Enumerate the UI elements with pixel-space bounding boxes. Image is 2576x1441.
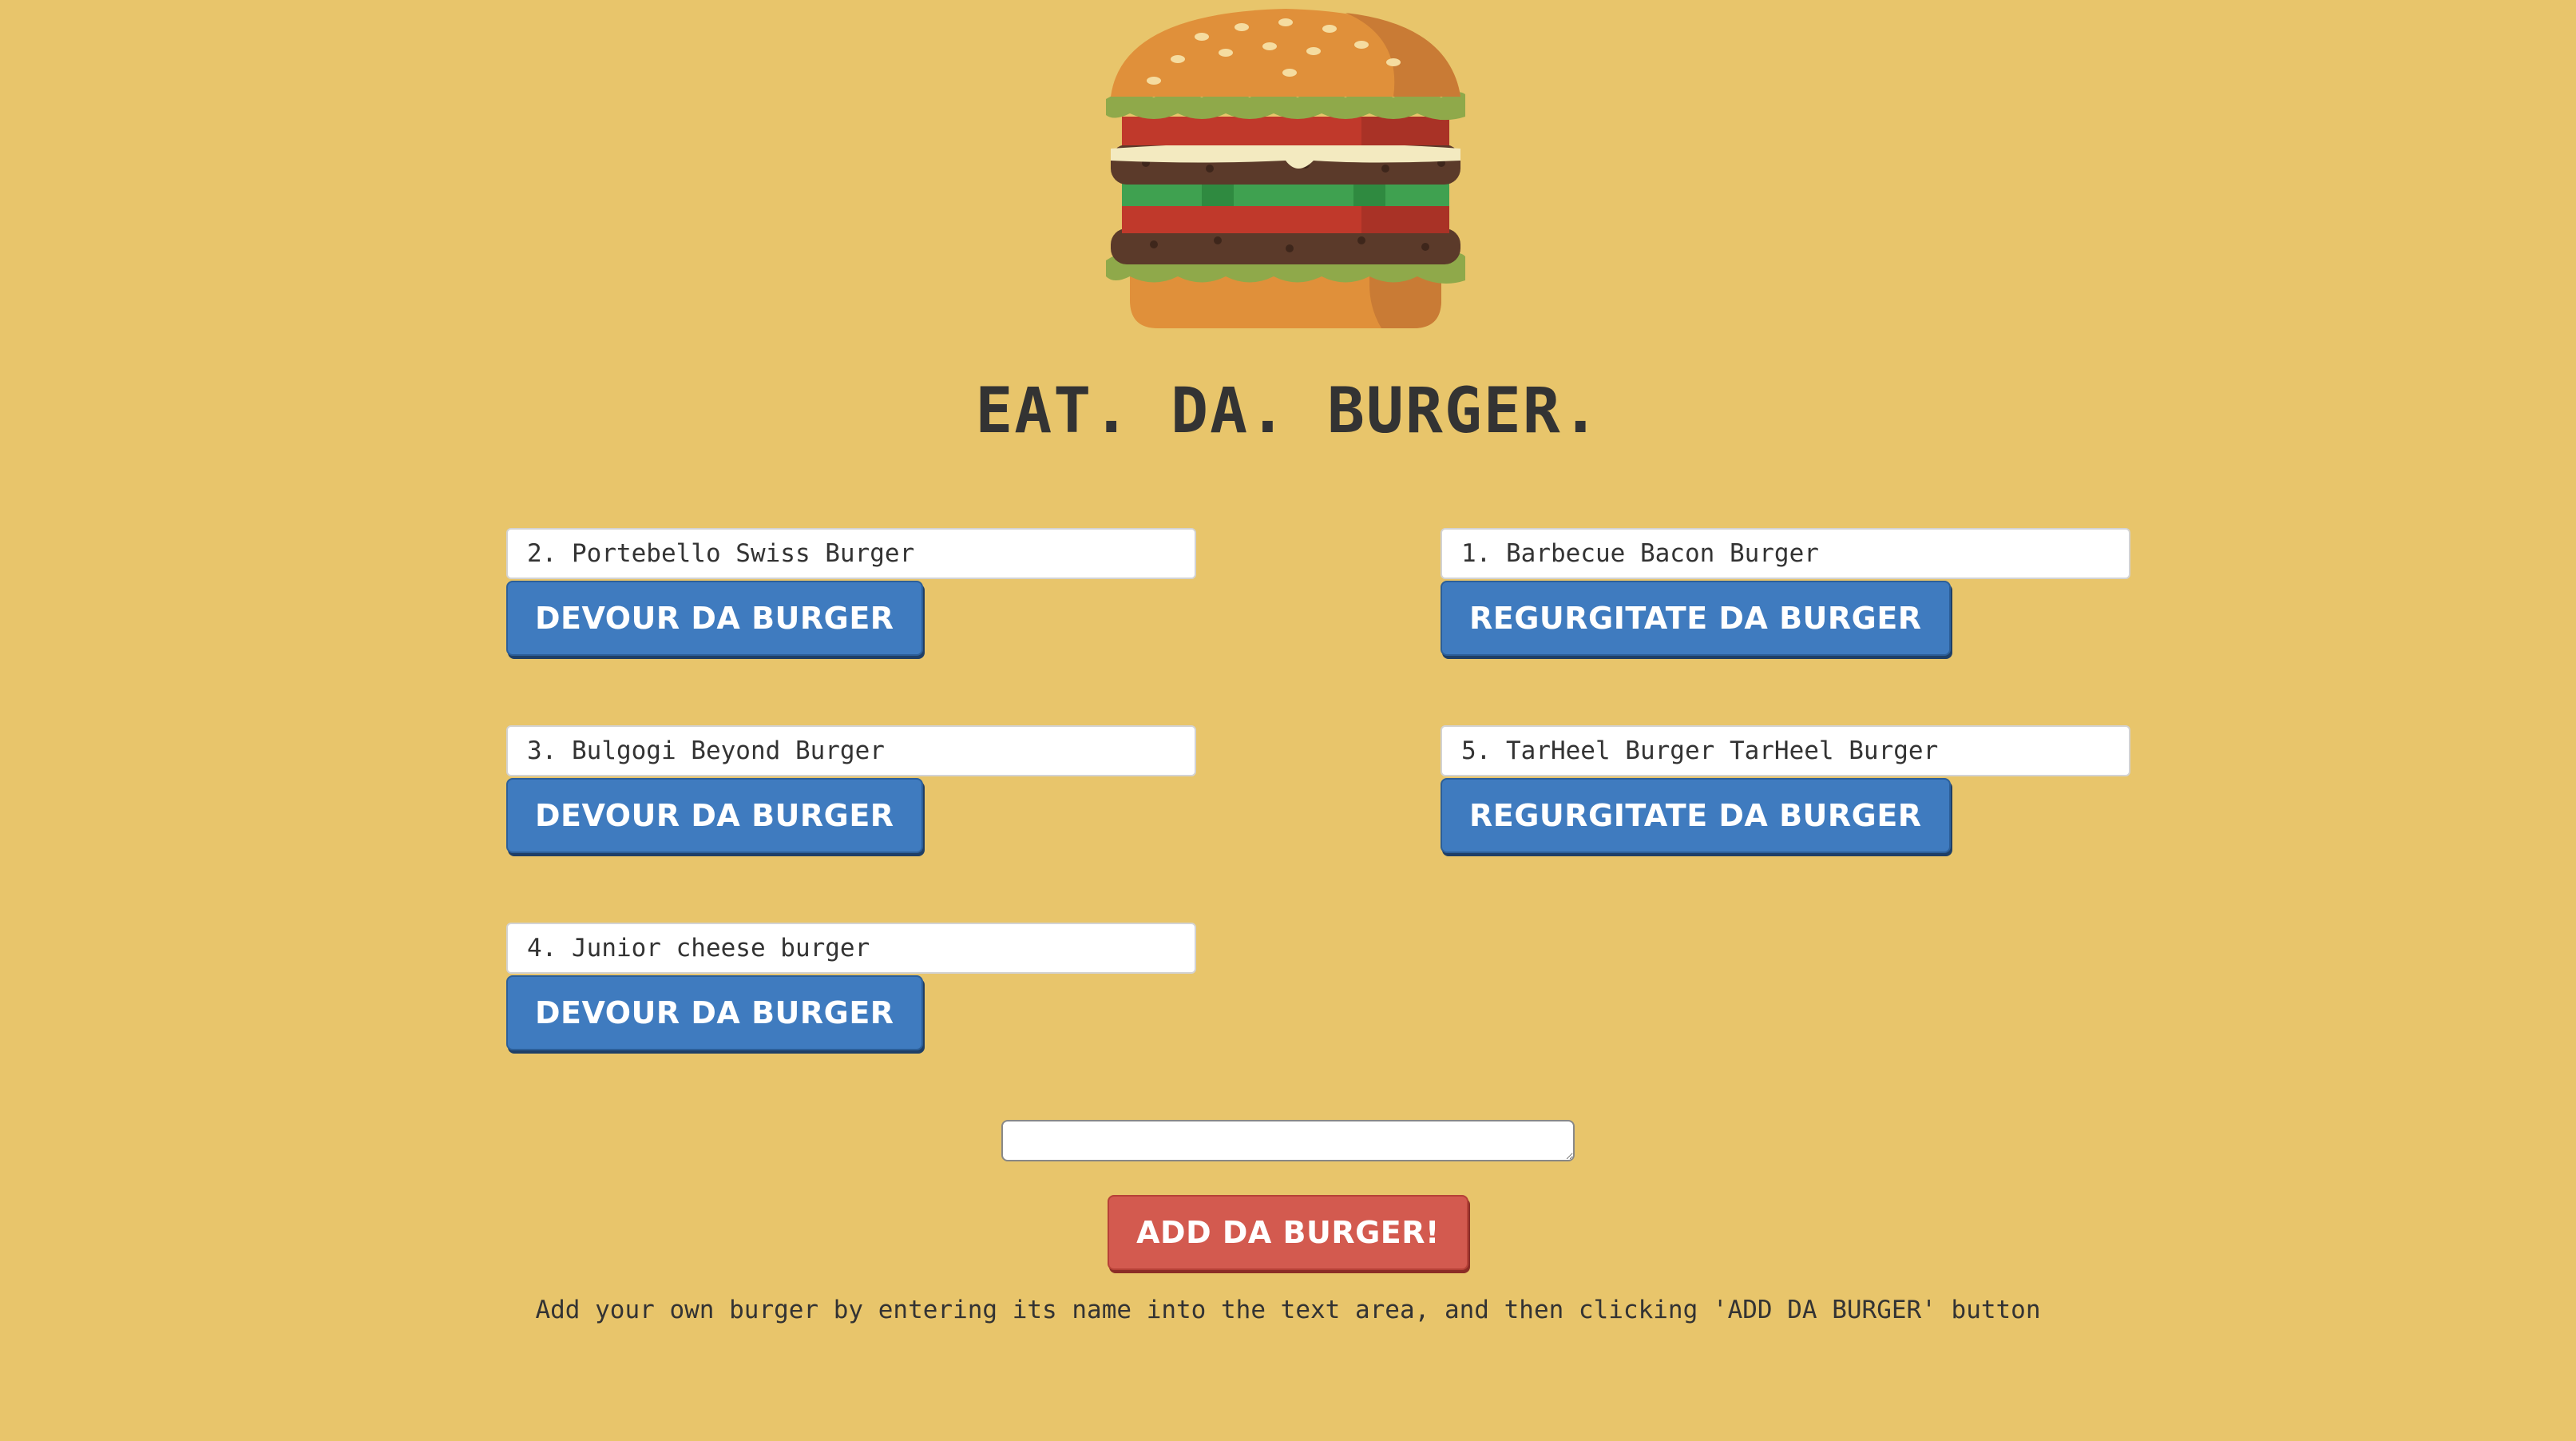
burger-name: 4. Junior cheese burger — [506, 923, 1196, 974]
burger-name: 2. Portebello Swiss Burger — [506, 528, 1196, 579]
list-item: 1. Barbecue Bacon Burger REGURGITATE DA … — [1441, 528, 2130, 725]
regurgitate-button[interactable]: REGURGITATE DA BURGER — [1441, 778, 1951, 853]
devoured-list: 1. Barbecue Bacon Burger REGURGITATE DA … — [1441, 528, 2130, 923]
help-text: Add your own burger by entering its name… — [535, 1296, 2041, 1324]
list-item: 3. Bulgogi Beyond Burger DEVOUR DA BURGE… — [506, 725, 1196, 923]
add-burger-button[interactable]: ADD DA BURGER! — [1108, 1195, 1468, 1270]
burger-icon — [1106, 5, 1465, 332]
devour-button[interactable]: DEVOUR DA BURGER — [506, 975, 923, 1050]
burger-name: 3. Bulgogi Beyond Burger — [506, 725, 1196, 776]
devour-button[interactable]: DEVOUR DA BURGER — [506, 778, 923, 853]
not-devoured-list: 2. Portebello Swiss Burger DEVOUR DA BUR… — [506, 528, 1196, 1120]
list-item: 2. Portebello Swiss Burger DEVOUR DA BUR… — [506, 528, 1196, 725]
list-item: 5. TarHeel Burger TarHeel Burger REGURGI… — [1441, 725, 2130, 923]
list-item: 4. Junior cheese burger DEVOUR DA BURGER — [506, 923, 1196, 1120]
add-button-wrap: ADD DA BURGER! — [0, 1193, 2576, 1270]
burger-name: 5. TarHeel Burger TarHeel Burger — [1441, 725, 2130, 776]
regurgitate-button[interactable]: REGURGITATE DA BURGER — [1441, 581, 1951, 656]
burger-name-input[interactable] — [1001, 1120, 1575, 1161]
burger-name: 1. Barbecue Bacon Burger — [1441, 528, 2130, 579]
page-title: EAT. DA. BURGER. — [975, 375, 1601, 447]
devour-button[interactable]: DEVOUR DA BURGER — [506, 581, 923, 656]
